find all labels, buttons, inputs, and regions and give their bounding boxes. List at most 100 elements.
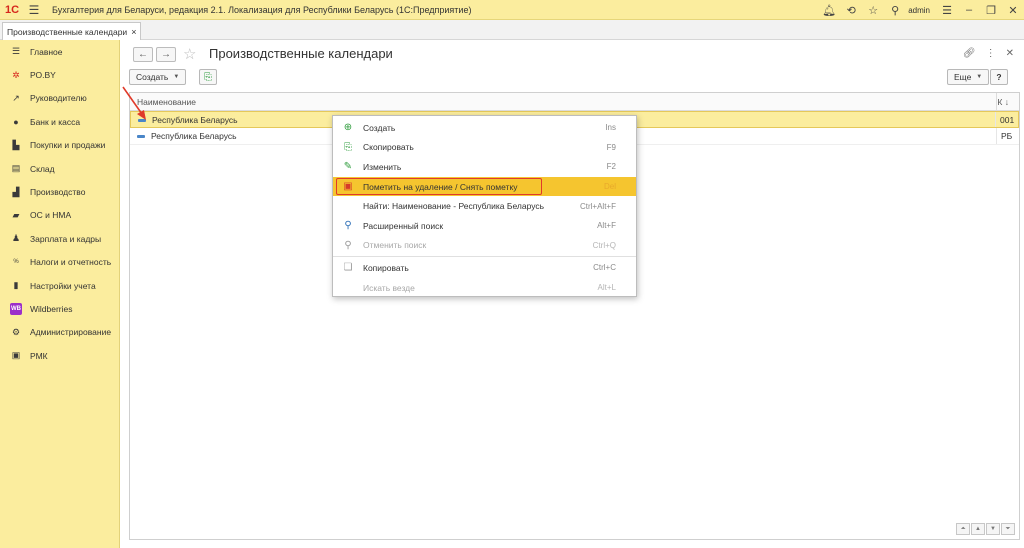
sidebar-item-taxes[interactable]: % Налоги и отчетность <box>0 251 119 274</box>
menu-item-shortcut: Ctrl+Q <box>592 240 616 250</box>
favorites-star-icon[interactable]: ☆ <box>862 0 884 20</box>
column-separator <box>996 128 997 144</box>
create-button[interactable]: Создать ▼ <box>129 69 187 85</box>
more-button[interactable]: Еще ▼ <box>947 69 990 85</box>
menu-item-shortcut: Ins <box>605 123 616 133</box>
row-code-cell: РБ <box>1001 131 1013 141</box>
sidebar-item-label: РМК <box>30 350 48 361</box>
sidebar-item-main[interactable]: ☰ Главное <box>0 40 119 63</box>
title-bar: 1С ☰ Бухгалтерия для Беларуси, редакция … <box>0 0 1024 20</box>
sidebar-item-salary[interactable]: ♟ Зарплата и кадры <box>0 227 119 250</box>
dropdown-caret-icon: ▼ <box>976 74 983 80</box>
menu-item-clipboard-copy[interactable]: ❏ Копировать Ctrl+C <box>333 258 636 278</box>
search-icon[interactable]: ⚲ <box>884 0 906 20</box>
menu-item-label: Искать везде <box>363 282 415 293</box>
bell-icon[interactable]: 🔔︎ <box>818 0 840 20</box>
dropdown-caret-icon: ▼ <box>173 74 180 80</box>
scroll-top-icon[interactable]: ⏶ <box>956 523 970 535</box>
copy-doc-button[interactable]: ⎘ <box>199 69 217 85</box>
tab-production-calendars[interactable]: Производственные календари × <box>2 22 142 40</box>
minimize-icon[interactable]: – <box>958 0 980 20</box>
table-header: Наименование К ↓ <box>130 93 1019 111</box>
tab-close-icon[interactable]: × <box>131 27 136 37</box>
sidebar-item-label: Руководителю <box>30 93 87 104</box>
cancel-search-icon: ⚲ <box>344 239 352 251</box>
sidebar-item-bank[interactable]: ● Банк и касса <box>0 110 119 133</box>
history-icon[interactable]: ⟲ <box>840 0 862 20</box>
search-icon: ⚲ <box>344 220 352 232</box>
user-name[interactable]: admin <box>908 6 930 15</box>
sidebar-item-fixed-assets[interactable]: ▰ ОС и НМА <box>0 204 119 227</box>
sidebar-item-label: Wildberries <box>30 303 73 314</box>
sidebar-item-settings[interactable]: ▮ Настройки учета <box>0 274 119 297</box>
sidebar-item-manager[interactable]: ↗ Руководителю <box>0 87 119 110</box>
menu-item-label: Пометить на удаление / Снять пометку <box>363 181 518 192</box>
menu-item-create[interactable]: ⊕ Создать Ins <box>333 118 636 138</box>
wb-icon: WB <box>10 302 22 315</box>
scroll-down-icon[interactable]: ▼ <box>986 523 1000 535</box>
main-menu-icon[interactable]: ☰ <box>24 0 44 20</box>
person-icon: ♟ <box>11 233 21 244</box>
favorite-star-icon[interactable]: ☆ <box>183 45 196 63</box>
close-icon[interactable]: ✕ <box>1002 0 1024 20</box>
menu-item-shortcut: F2 <box>606 162 616 172</box>
sidebar-item-rmk[interactable]: ▣ РМК <box>0 344 119 367</box>
annotation-arrow <box>122 86 146 120</box>
sidebar-item-admin[interactable]: ⚙ Администрирование <box>0 321 119 344</box>
row-name-cell: Республика Беларусь <box>151 131 237 141</box>
column-header-code-label: К <box>997 97 1003 107</box>
sort-arrow-icon: ↓ <box>1004 97 1009 107</box>
item-marker-icon <box>137 135 145 138</box>
sidebar-item-wildberries[interactable]: WB Wildberries <box>0 297 119 320</box>
sidebar-item-production[interactable]: ▟ Производство <box>0 180 119 203</box>
settings-menu-icon[interactable]: ☰ <box>936 0 958 20</box>
scroll-up-icon[interactable]: ▲ <box>971 523 985 535</box>
sidebar-item-label: ОС и НМА <box>30 210 72 221</box>
link-icon[interactable]: 🔗︎ <box>963 48 976 59</box>
sidebar-item-label: Банк и касса <box>30 116 81 127</box>
factory-icon: ▟ <box>12 186 20 197</box>
header-actions: 🔗︎ ⋮ ✕ <box>963 48 1014 59</box>
forward-button[interactable]: → <box>156 47 176 62</box>
register-icon: ▣ <box>11 350 21 361</box>
scroll-bottom-icon[interactable]: ⏷ <box>1001 523 1015 535</box>
menu-item-find[interactable]: Найти: Наименование - Республика Беларус… <box>333 196 636 216</box>
menu-item-search-everywhere: Искать везде Alt+L <box>333 278 636 298</box>
gear-icon: ⚙ <box>11 326 21 337</box>
menu-item-shortcut: Del <box>603 182 616 192</box>
ro-by-icon: ✲ <box>12 69 20 80</box>
arrow-left-icon: ← <box>138 49 148 60</box>
menu-item-advanced-search[interactable]: ⚲ Расширенный поиск Alt+F <box>333 216 636 236</box>
column-header-code[interactable]: К ↓ <box>997 97 1009 107</box>
sidebar-item-warehouse[interactable]: ▤ Склад <box>0 157 119 180</box>
sidebar-item-ro-by[interactable]: ✲ РО.BY <box>0 63 119 86</box>
menu-item-label: Копировать <box>363 262 409 273</box>
column-separator <box>995 112 996 127</box>
app-logo[interactable]: 1С <box>0 0 24 20</box>
sidebar-item-label: Налоги и отчетность <box>30 257 112 268</box>
sidebar-item-label: Склад <box>30 163 55 174</box>
app-title: Бухгалтерия для Беларуси, редакция 2.1. … <box>52 4 472 15</box>
sidebar-item-purchases-sales[interactable]: ▙ Покупки и продажи <box>0 134 119 157</box>
menu-item-label: Отменить поиск <box>363 240 427 251</box>
menu-item-edit[interactable]: ✎ Изменить F2 <box>333 157 636 177</box>
restore-icon[interactable]: ❐ <box>980 0 1002 20</box>
menu-item-copy[interactable]: ⎘ Скопировать F9 <box>333 138 636 158</box>
close-form-icon[interactable]: ✕ <box>1006 48 1014 59</box>
more-vertical-icon[interactable]: ⋮ <box>986 48 996 59</box>
create-button-label: Создать <box>136 72 169 82</box>
page-title: Производственные календари <box>209 46 393 61</box>
row-code-cell: 001 <box>1000 115 1015 125</box>
delete-mark-icon: ▣ <box>343 181 353 193</box>
help-button[interactable]: ? <box>990 69 1008 85</box>
tabs-bar: Производственные календари × <box>0 20 1024 40</box>
back-button[interactable]: ← <box>133 47 153 62</box>
sidebar-item-label: Администрирование <box>30 327 112 338</box>
menu-item-mark-delete[interactable]: ▣ Пометить на удаление / Снять пометку D… <box>333 176 636 197</box>
more-button-label: Еще <box>954 72 972 82</box>
trend-icon: ↗ <box>12 92 20 103</box>
copy-doc-icon: ⎘ <box>204 71 212 83</box>
context-menu: ⊕ Создать Ins ⎘ Скопировать F9 ✎ Изменит… <box>332 115 637 297</box>
sidebar: ☰ Главное ✲ РО.BY ↗ Руководителю ● Банк … <box>0 40 120 548</box>
truck-icon: ▰ <box>12 209 20 220</box>
